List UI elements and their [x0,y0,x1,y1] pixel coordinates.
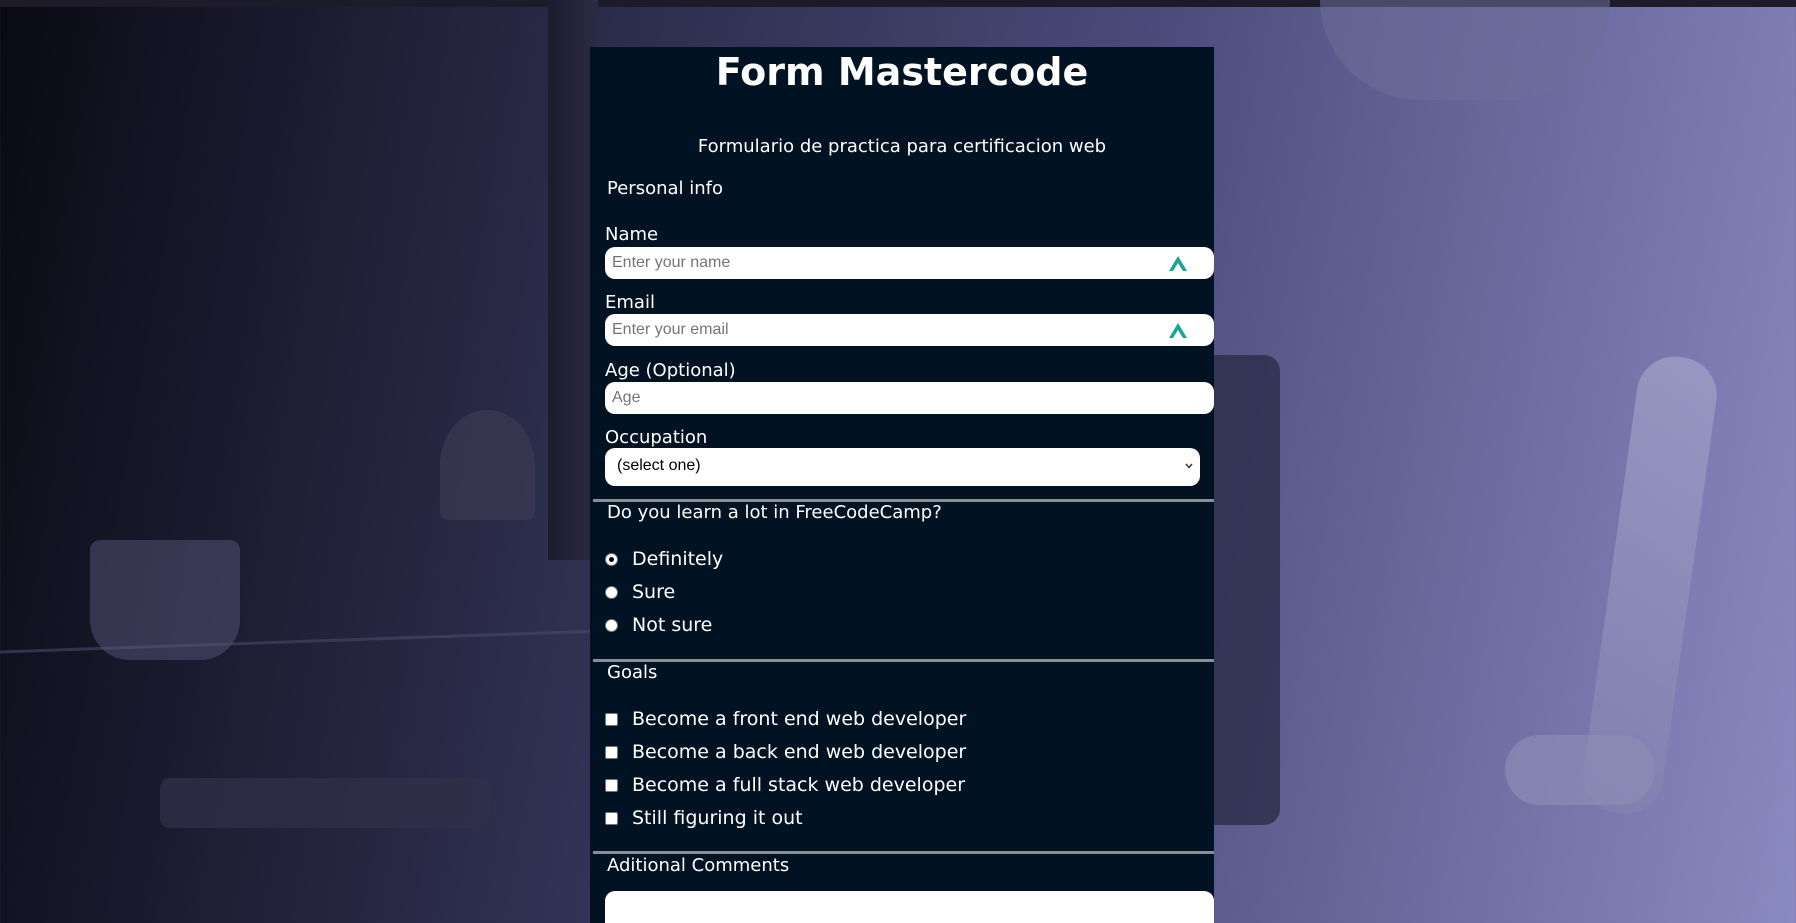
comments-textarea[interactable] [605,891,1214,923]
chevron-down-icon [1185,463,1193,469]
email-field[interactable] [605,314,1214,346]
checkbox-label: Become a back end web developer [632,741,967,763]
age-label: Age (Optional) [605,360,736,381]
occupation-label: Occupation [605,427,708,448]
checkbox[interactable] [605,745,618,759]
password-manager-icon[interactable] [1168,321,1188,339]
page-subtitle: Formulario de practica para certificacio… [697,136,1107,157]
background-phone [160,778,490,828]
radio-label: Sure [632,581,676,603]
radio-button[interactable] [605,618,618,632]
goal-option-back-end[interactable]: Become a back end web developer [605,740,966,764]
background-lamp [1320,0,1610,100]
section-divider [593,659,1214,662]
goal-option-front-end[interactable]: Become a front end web developer [605,707,966,731]
occupation-select[interactable]: (select one) [605,448,1200,486]
learn-question-heading: Do you learn a lot in FreeCodeCamp? [607,502,942,523]
checkbox-label: Become a front end web developer [632,708,967,730]
email-input[interactable] [605,314,1214,346]
checkbox[interactable] [605,778,618,792]
background-desk-edge [0,629,600,654]
radio-option-definitely[interactable]: Definitely [605,547,723,571]
background-speaker-base [1505,735,1655,805]
password-manager-icon[interactable] [1168,254,1188,272]
personal-info-heading: Personal info [607,178,723,199]
name-field[interactable] [605,247,1214,279]
goal-option-still-figuring[interactable]: Still figuring it out [605,806,803,830]
radio-button[interactable] [605,585,618,599]
comments-heading: Aditional Comments [607,855,790,876]
age-input[interactable] [605,382,1214,414]
goal-option-full-stack[interactable]: Become a full stack web developer [605,773,965,797]
background-speaker [1578,351,1722,819]
checkbox-label: Become a full stack web developer [632,774,966,796]
occupation-selected-value: (select one) [617,457,701,474]
name-label: Name [605,224,659,245]
checkbox-label: Still figuring it out [632,807,803,829]
radio-option-not-sure[interactable]: Not sure [605,613,712,637]
radio-option-sure[interactable]: Sure [605,580,675,604]
checkbox[interactable] [605,712,618,726]
background-cup [90,540,240,660]
radio-label: Definitely [632,548,724,570]
goals-heading: Goals [607,662,658,683]
radio-button[interactable] [605,552,618,566]
radio-label: Not sure [632,614,713,636]
checkbox[interactable] [605,811,618,825]
age-field[interactable] [605,382,1214,414]
email-label: Email [605,292,655,313]
name-input[interactable] [605,247,1214,279]
page-title: Form Mastercode [715,50,1089,94]
survey-form: Form Mastercode Formulario de practica p… [590,47,1214,923]
browser-top-bar [0,0,1796,7]
background-plant [440,410,535,520]
